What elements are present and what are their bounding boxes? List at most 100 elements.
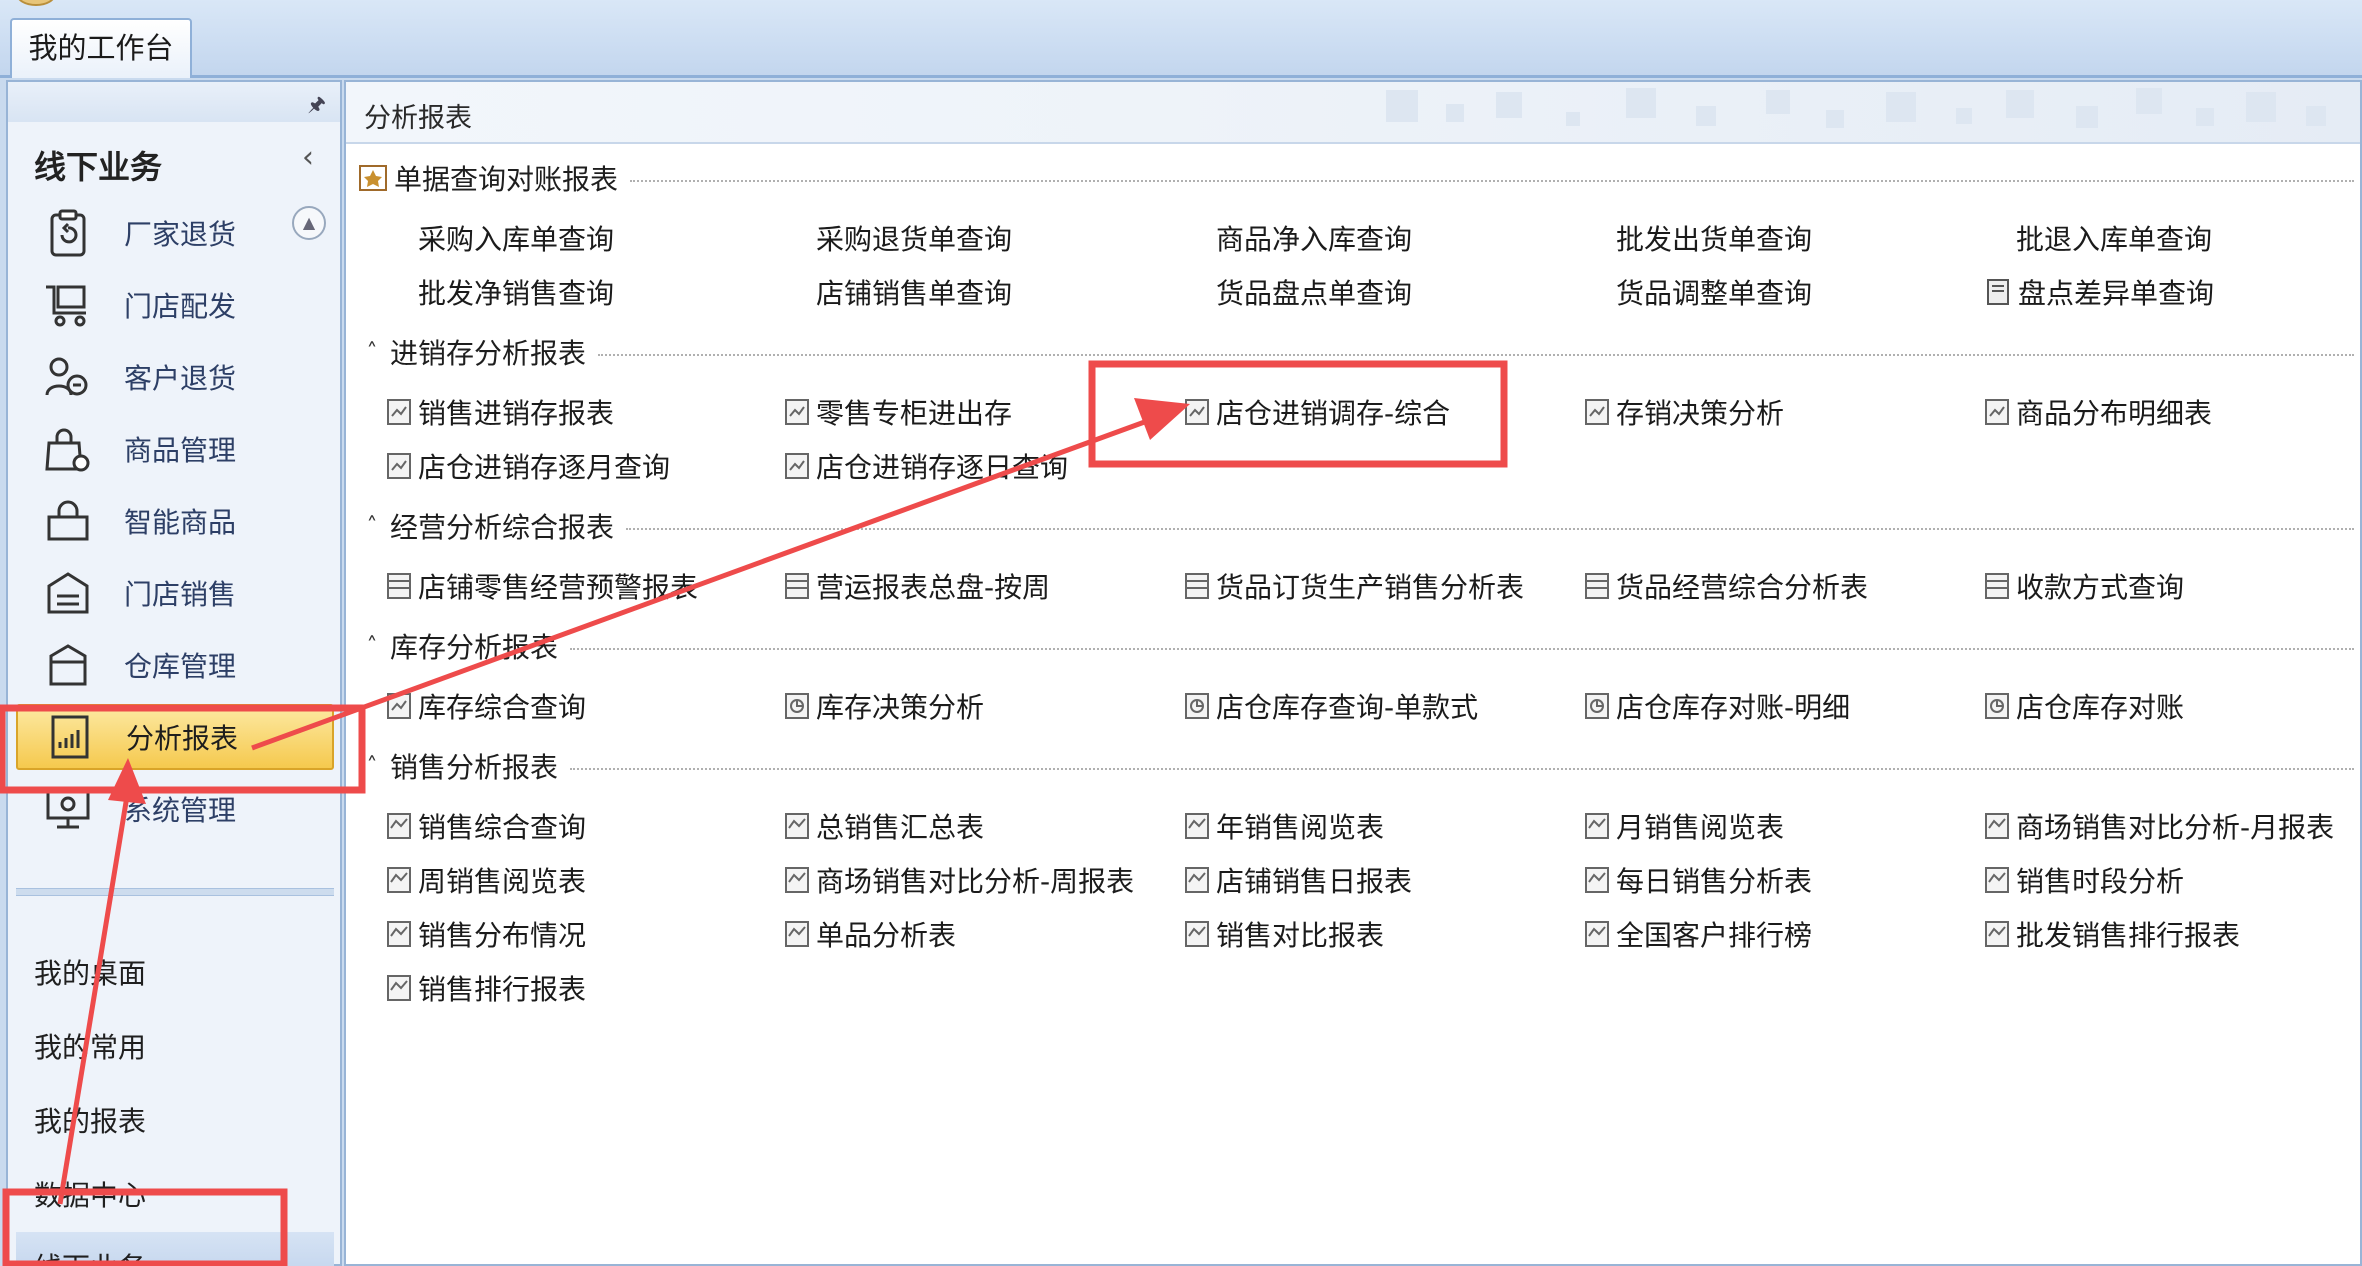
- sidebar-item-label: 客户退货: [124, 362, 237, 395]
- sidebar-header: 🖈: [8, 82, 340, 122]
- report-link[interactable]: 存销决策分析: [1584, 392, 1784, 432]
- sidebar-item-vendor-return[interactable]: 厂家退货: [16, 200, 334, 266]
- report-link[interactable]: 批发出货单查询: [1616, 218, 1812, 258]
- report-link[interactable]: 零售专柜进出存: [784, 392, 1012, 432]
- sidebar-item-customer-return[interactable]: 客户退货: [16, 344, 334, 410]
- report-link[interactable]: 销售对比报表: [1184, 914, 1384, 954]
- line-report-icon: [1585, 813, 1609, 839]
- report-link[interactable]: 货品经营综合分析表: [1584, 566, 1868, 606]
- tab-my-workbench[interactable]: 我的工作台: [10, 18, 192, 78]
- line-report-icon: [785, 867, 809, 893]
- chevron-left-icon[interactable]: ‹: [302, 140, 314, 175]
- chart-report-icon: [785, 453, 809, 479]
- section-stock-reports[interactable]: ˄ 库存分析报表: [358, 626, 2354, 666]
- report-link[interactable]: 销售分布情况: [386, 914, 586, 954]
- report-link[interactable]: 商品分布明细表: [1984, 392, 2212, 432]
- report-link[interactable]: 采购入库单查询: [418, 218, 614, 258]
- sidebar-item-analysis-reports[interactable]: 分析报表: [16, 704, 334, 770]
- caret-up-icon: ˄: [366, 753, 378, 779]
- report-link[interactable]: 批发净销售查询: [418, 272, 614, 312]
- report-link[interactable]: 店仓库存对账-明细: [1584, 686, 1850, 726]
- line-report-icon: [387, 921, 411, 947]
- section-title: 销售分析报表: [390, 751, 559, 784]
- report-link[interactable]: 店铺销售单查询: [816, 272, 1012, 312]
- report-link[interactable]: 总销售汇总表: [784, 806, 984, 846]
- chart-report-icon: [387, 399, 411, 425]
- report-link[interactable]: 店仓进销调存-综合: [1184, 392, 1450, 432]
- report-link[interactable]: 销售综合查询: [386, 806, 586, 846]
- report-link[interactable]: 商场销售对比分析-月报表: [1984, 806, 2334, 846]
- report-link[interactable]: 月销售阅览表: [1584, 806, 1784, 846]
- report-link[interactable]: 店仓进销存逐月查询: [386, 446, 670, 486]
- pie-report-icon: [785, 693, 809, 719]
- report-link[interactable]: 批退入库单查询: [2016, 218, 2212, 258]
- line-report-icon: [387, 813, 411, 839]
- report-link[interactable]: 店仓库存对账: [1984, 686, 2184, 726]
- sidebar-item-system-management[interactable]: 系统管理: [16, 776, 334, 842]
- sidebar-item-warehouse-management[interactable]: 仓库管理: [16, 632, 334, 698]
- section-sales-reports[interactable]: ˄ 销售分析报表: [358, 746, 2354, 786]
- report-link[interactable]: 周销售阅览表: [386, 860, 586, 900]
- report-link[interactable]: 货品调整单查询: [1616, 272, 1812, 312]
- report-link[interactable]: 盘点差异单查询: [1986, 272, 2214, 312]
- report-link[interactable]: 货品订货生产销售分析表: [1184, 566, 1524, 606]
- sidebar-item-smart-goods[interactable]: 智能商品: [16, 488, 334, 554]
- report-link[interactable]: 货品盘点单查询: [1216, 272, 1412, 312]
- report-link[interactable]: 单品分析表: [784, 914, 956, 954]
- report-link[interactable]: 批发销售排行报表: [1984, 914, 2240, 954]
- warehouse-box-icon: [40, 637, 96, 693]
- report-panel: 分析报表 单据查询对账报表 采购入库单查询 采购退货单查询 商品净入库查询 批发…: [344, 80, 2362, 1266]
- report-link[interactable]: 库存决策分析: [784, 686, 984, 726]
- report-link[interactable]: 商场销售对比分析-周报表: [784, 860, 1134, 900]
- line-report-icon: [785, 921, 809, 947]
- section-title: 进销存分析报表: [390, 337, 587, 370]
- table-report-icon: [1585, 573, 1609, 599]
- report-link[interactable]: 收款方式查询: [1984, 566, 2184, 606]
- caret-up-icon: ˄: [366, 513, 378, 539]
- report-link[interactable]: 年销售阅览表: [1184, 806, 1384, 846]
- report-link[interactable]: 营运报表总盘-按周: [784, 566, 1050, 606]
- pin-icon[interactable]: 🖈: [308, 90, 327, 124]
- sidebar-bottom-my-reports[interactable]: 我的报表: [16, 1086, 334, 1158]
- pie-report-icon: [1585, 693, 1609, 719]
- chart-report-icon: [387, 693, 411, 719]
- section-title: 经营分析综合报表: [390, 511, 615, 544]
- table-report-icon: [387, 573, 411, 599]
- sidebar-group-title: 线下业务: [34, 148, 163, 186]
- sidebar-item-label: 门店配发: [124, 290, 237, 323]
- section-voucher-reports[interactable]: 单据查询对账报表: [358, 158, 2354, 198]
- report-link[interactable]: 销售排行报表: [386, 968, 586, 1008]
- line-report-icon: [1985, 813, 2009, 839]
- chart-report-icon: [387, 453, 411, 479]
- report-link[interactable]: 店仓进销存逐日查询: [784, 446, 1068, 486]
- line-report-icon: [1585, 867, 1609, 893]
- sidebar-item-store-sales[interactable]: 门店销售: [16, 560, 334, 626]
- report-link[interactable]: 商品净入库查询: [1216, 218, 1412, 258]
- report-link[interactable]: 销售时段分析: [1984, 860, 2184, 900]
- app-orb-icon[interactable]: [16, 0, 56, 6]
- sidebar-bottom-data-center[interactable]: 数据中心: [16, 1160, 334, 1232]
- table-report-icon: [785, 573, 809, 599]
- sidebar-item-store-distribution[interactable]: 门店配发: [16, 272, 334, 338]
- sidebar-item-label: 系统管理: [124, 794, 237, 827]
- section-inventory-flow-reports[interactable]: ˄ 进销存分析报表: [358, 332, 2354, 372]
- bag-gear-icon: [40, 421, 96, 477]
- sidebar-item-goods-management[interactable]: 商品管理: [16, 416, 334, 482]
- table-report-icon: [1985, 573, 2009, 599]
- report-link[interactable]: 店铺零售经营预警报表: [386, 566, 698, 606]
- sidebar-bottom-my-favorites[interactable]: 我的常用: [16, 1012, 334, 1084]
- line-report-icon: [387, 975, 411, 1001]
- report-link[interactable]: 店仓库存查询-单款式: [1184, 686, 1478, 726]
- report-link[interactable]: 每日销售分析表: [1584, 860, 1812, 900]
- report-link[interactable]: 店铺销售日报表: [1184, 860, 1412, 900]
- report-link[interactable]: 采购退货单查询: [816, 218, 1012, 258]
- line-report-icon: [1185, 867, 1209, 893]
- chart-report-icon: [1585, 399, 1609, 425]
- sidebar-splitter[interactable]: [16, 888, 334, 896]
- report-link[interactable]: 全国客户排行榜: [1584, 914, 1812, 954]
- report-link[interactable]: 库存综合查询: [386, 686, 586, 726]
- report-link[interactable]: 销售进销存报表: [386, 392, 614, 432]
- sidebar-bottom-offline-business[interactable]: 线下业务: [16, 1232, 334, 1266]
- section-operation-reports[interactable]: ˄ 经营分析综合报表: [358, 506, 2354, 546]
- sidebar-bottom-my-desktop[interactable]: 我的桌面: [16, 938, 334, 1010]
